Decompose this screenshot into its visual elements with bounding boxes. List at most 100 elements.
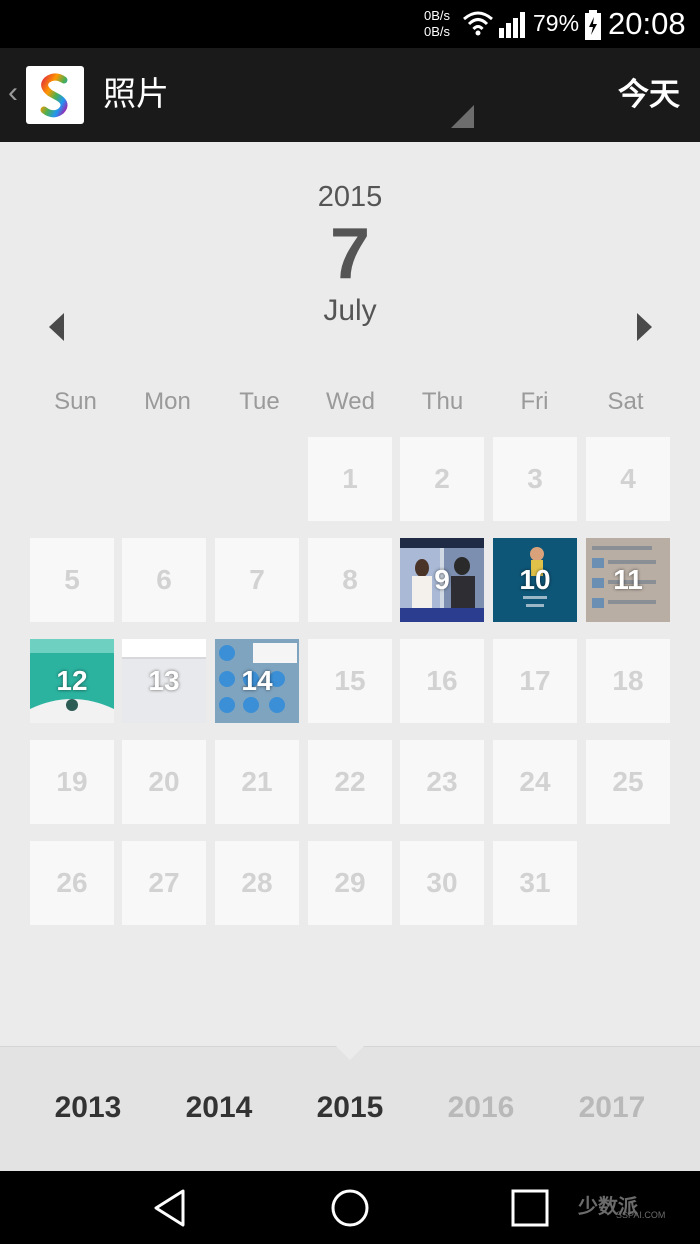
day-cell-2[interactable]: 2 xyxy=(400,437,484,521)
day-cell-19[interactable]: 19 xyxy=(30,740,114,824)
nav-back-icon[interactable] xyxy=(151,1188,189,1228)
day-cell-23[interactable]: 23 xyxy=(400,740,484,824)
day-cell-28[interactable]: 28 xyxy=(215,841,299,925)
watermark: 少数派 SSPAI.COM xyxy=(578,1190,665,1220)
day-number: 4 xyxy=(620,463,636,494)
nav-home-icon[interactable] xyxy=(330,1188,370,1228)
year-2013[interactable]: 2013 xyxy=(23,1091,153,1125)
today-button[interactable]: 今天 xyxy=(618,76,680,114)
day-cell-18[interactable]: 18 xyxy=(586,639,670,723)
selected-month: July xyxy=(323,294,377,327)
day-number: 3 xyxy=(527,463,543,494)
selected-year: 2015 xyxy=(317,181,383,213)
day-number: 15 xyxy=(334,665,366,696)
day-number: 30 xyxy=(426,867,458,898)
back-chevron-icon[interactable]: ‹ xyxy=(8,78,18,108)
clock: 20:08 xyxy=(608,6,686,41)
day-number: 12 xyxy=(56,665,88,696)
day-number: 16 xyxy=(426,665,458,696)
app-bar: ‹ 照片 今天 xyxy=(0,48,700,142)
weekday-fri: Fri xyxy=(520,388,549,415)
day-cell-4[interactable]: 4 xyxy=(586,437,670,521)
year-2015[interactable]: 2015 xyxy=(285,1091,415,1125)
weekday-sun: Sun xyxy=(54,388,97,415)
day-number: 24 xyxy=(519,766,551,797)
day-cell-31[interactable]: 31 xyxy=(493,841,577,925)
day-cell-30[interactable]: 30 xyxy=(400,841,484,925)
year-2014[interactable]: 2014 xyxy=(154,1091,284,1125)
day-number: 8 xyxy=(342,564,358,595)
day-cell-8[interactable]: 8 xyxy=(308,538,392,622)
status-bar: 0B/s 0B/s 79% 20:08 xyxy=(0,0,700,48)
dropdown-indicator-icon[interactable] xyxy=(451,105,474,128)
day-number: 31 xyxy=(519,867,551,898)
app-logo-icon xyxy=(40,73,68,118)
day-cell-21[interactable]: 21 xyxy=(215,740,299,824)
day-number: 23 xyxy=(426,766,458,797)
day-cell-1[interactable]: 1 xyxy=(308,437,392,521)
day-number: 22 xyxy=(334,766,366,797)
year-2017[interactable]: 2017 xyxy=(547,1091,677,1125)
day-number: 27 xyxy=(148,867,180,898)
day-number: 21 xyxy=(241,766,273,797)
battery-percent: 79% xyxy=(533,10,580,36)
day-cell-3[interactable]: 3 xyxy=(493,437,577,521)
day-cell-15[interactable]: 15 xyxy=(308,639,392,723)
weekday-tue: Tue xyxy=(239,388,280,415)
day-number: 2 xyxy=(434,463,450,494)
day-cell-20[interactable]: 20 xyxy=(122,740,206,824)
day-number: 7 xyxy=(249,564,265,595)
next-month-arrow-icon[interactable] xyxy=(637,313,652,341)
weekday-thu: Thu xyxy=(421,388,464,415)
wifi-icon xyxy=(463,11,493,36)
day-number: 9 xyxy=(434,564,450,595)
net-up-text: 0B/s xyxy=(424,8,451,23)
weekday-sat: Sat xyxy=(607,388,644,415)
day-number: 11 xyxy=(613,564,643,595)
day-cell-6[interactable]: 6 xyxy=(122,538,206,622)
year-selector: 2013 2014 2015 2016 2017 xyxy=(0,1046,700,1172)
day-number: 5 xyxy=(64,564,80,595)
day-number: 20 xyxy=(148,766,180,797)
day-cell-11[interactable]: 11 xyxy=(586,538,670,622)
day-cell-10[interactable]: 10 xyxy=(493,538,577,622)
day-cell-9[interactable]: 9 xyxy=(400,538,484,622)
selected-day: 7 xyxy=(329,214,371,294)
day-number: 14 xyxy=(241,665,273,696)
day-cell-29[interactable]: 29 xyxy=(308,841,392,925)
weekday-mon: Mon xyxy=(144,388,191,415)
day-cell-12[interactable]: 12 xyxy=(30,639,114,723)
day-cell-16[interactable]: 16 xyxy=(400,639,484,723)
day-cell-24[interactable]: 24 xyxy=(493,740,577,824)
day-number: 17 xyxy=(519,665,551,696)
day-number: 18 xyxy=(612,665,644,696)
day-cell-26[interactable]: 26 xyxy=(30,841,114,925)
day-cell-14[interactable]: 14 xyxy=(215,639,299,723)
year-2016[interactable]: 2016 xyxy=(416,1091,546,1125)
page-title: 照片 xyxy=(103,75,169,112)
day-cell-17[interactable]: 17 xyxy=(493,639,577,723)
net-down-text: 0B/s xyxy=(424,24,451,39)
signal-icon xyxy=(499,12,525,38)
day-cell-25[interactable]: 25 xyxy=(586,740,670,824)
network-speed: 0B/s 0B/s xyxy=(424,8,450,40)
app-logo[interactable] xyxy=(26,66,84,124)
selected-year-pointer-icon xyxy=(336,1046,364,1060)
day-number: 26 xyxy=(56,867,88,898)
day-number: 13 xyxy=(148,665,180,696)
day-cell-7[interactable]: 7 xyxy=(215,538,299,622)
weekday-wed: Wed xyxy=(326,388,375,415)
day-cell-22[interactable]: 22 xyxy=(308,740,392,824)
day-cell-13[interactable]: 13 xyxy=(122,639,206,723)
day-cell-27[interactable]: 27 xyxy=(122,841,206,925)
prev-month-arrow-icon[interactable] xyxy=(49,313,64,341)
day-number: 25 xyxy=(612,766,644,797)
battery-charging-icon xyxy=(585,10,601,40)
day-number: 1 xyxy=(342,463,358,494)
day-number: 28 xyxy=(241,867,273,898)
day-number: 19 xyxy=(56,766,88,797)
nav-recents-icon[interactable] xyxy=(511,1188,549,1228)
day-number: 6 xyxy=(156,564,172,595)
day-cell-5[interactable]: 5 xyxy=(30,538,114,622)
day-number: 10 xyxy=(519,564,551,595)
